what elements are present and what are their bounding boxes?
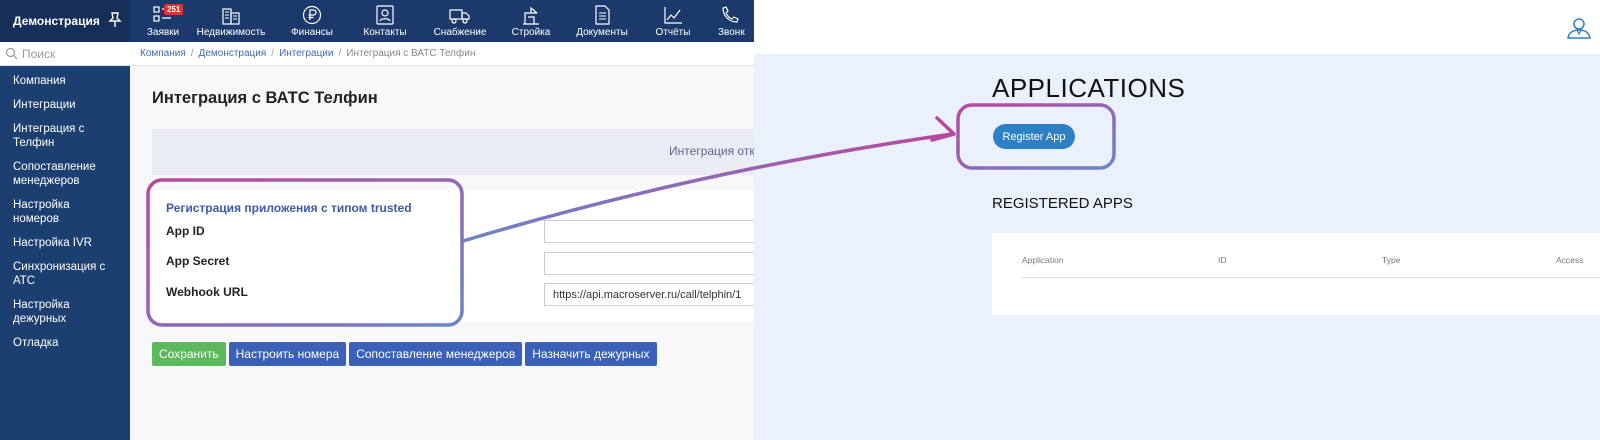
integration-status-notice: Интеграция откл <box>152 129 754 175</box>
nav-item-calls[interactable]: Звонк <box>704 0 754 42</box>
breadcrumb-separator: / <box>190 48 194 59</box>
save-button[interactable]: Сохранить <box>152 342 226 366</box>
page-title: Интеграция с ВАТС Телфин <box>152 89 378 107</box>
nav-item-construction[interactable]: Стройка <box>500 0 562 42</box>
crm-window: Демонстрация 251 Заявки Недвижимость Фин… <box>0 0 754 440</box>
document-icon <box>595 5 610 25</box>
nav-item-documents[interactable]: Документы <box>562 0 642 42</box>
nav-label: Недвижимость <box>196 27 266 38</box>
breadcrumb-link[interactable]: Компания <box>140 48 186 59</box>
sidebar-item-debug[interactable]: Отладка <box>0 336 130 350</box>
user-icon[interactable] <box>1566 17 1592 39</box>
sidebar-item-duty[interactable]: Настройка дежурных <box>0 298 90 326</box>
column-header-access: Access <box>1556 255 1584 265</box>
webhook-url-label: Webhook URL <box>166 285 248 299</box>
table-header-divider <box>1022 277 1600 278</box>
sidebar-item-company[interactable]: Компания <box>0 74 130 88</box>
configure-numbers-button[interactable]: Настроить номера <box>228 342 347 366</box>
breadcrumb-link[interactable]: Демонстрация <box>199 48 267 59</box>
sidebar-item-pbx-sync[interactable]: Синхронизация с АТС <box>0 260 120 288</box>
nav-label: Контакты <box>363 27 407 38</box>
search-icon <box>5 47 18 60</box>
app-secret-label: App Secret <box>166 254 230 268</box>
breadcrumb-current: Интеграция с ВАТС Телфин <box>346 48 476 59</box>
breadcrumb: Компания / Демонстрация / Интеграции / Интегра… <box>130 42 754 66</box>
applications-portal: APPLICATIONS Register App REGISTERED APP… <box>754 0 1600 440</box>
nav-label: Снабжение <box>433 27 487 38</box>
buildings-icon <box>222 8 240 25</box>
form-actions: Сохранить Настроить номера Сопоставление… <box>152 342 657 366</box>
sidebar-item-manager-mapping[interactable]: Сопоставление менеджеров <box>0 160 110 188</box>
breadcrumb-separator: / <box>338 48 342 59</box>
top-navbar: Демонстрация 251 Заявки Недвижимость Фин… <box>0 0 754 42</box>
column-header-type: Type <box>1382 255 1401 265</box>
crane-icon <box>523 6 539 25</box>
sidebar-item-telphin[interactable]: Интеграция с Телфин <box>0 122 100 150</box>
ruble-icon <box>302 5 322 25</box>
app-registration-form: Регистрация приложения с типом trusted A… <box>152 190 754 322</box>
app-id-field[interactable] <box>544 220 754 243</box>
nav-label: Стройка <box>511 27 551 38</box>
nav-item-finance[interactable]: Финансы <box>274 0 350 42</box>
app-secret-field[interactable] <box>544 252 754 275</box>
nav-label: Отчёты <box>655 27 691 38</box>
nav-label: Заявки <box>146 27 180 38</box>
sidebar-item-integrations[interactable]: Интеграции <box>0 98 130 112</box>
nav-label: Звонк <box>718 27 745 38</box>
nav-item-tasks[interactable]: 251 Заявки <box>138 0 188 42</box>
sidebar-item-numbers[interactable]: Настройка номеров <box>0 198 90 226</box>
webhook-url-field[interactable] <box>544 283 754 306</box>
company-name: Демонстрация <box>13 14 100 28</box>
nav-item-supply[interactable]: Снабжение <box>420 0 500 42</box>
registered-apps-title: REGISTERED APPS <box>992 195 1133 212</box>
truck-icon <box>449 9 470 24</box>
nav-label: Финансы <box>291 27 333 38</box>
sidebar-item-ivr[interactable]: Настройка IVR <box>0 236 130 250</box>
column-header-application: Application <box>1022 255 1064 265</box>
nav-label: Документы <box>576 27 628 38</box>
main-nav: 251 Заявки Недвижимость Финансы Контакты… <box>138 0 754 42</box>
nav-item-realty[interactable]: Недвижимость <box>188 0 274 42</box>
column-header-id: ID <box>1218 255 1227 265</box>
sidebar: Компания Интеграции Интеграция с Телфин … <box>0 66 130 440</box>
nav-item-contacts[interactable]: Контакты <box>350 0 420 42</box>
manager-mapping-button[interactable]: Сопоставление менеджеров <box>349 342 523 366</box>
tasks-count-badge: 251 <box>164 4 184 15</box>
pin-icon[interactable] <box>108 12 122 28</box>
nav-item-reports[interactable]: Отчёты <box>642 0 704 42</box>
breadcrumb-link[interactable]: Интеграции <box>279 48 333 59</box>
assign-duty-button[interactable]: Назначить дежурных <box>525 342 657 366</box>
chart-icon <box>664 7 682 24</box>
register-app-button[interactable]: Register App <box>993 124 1075 149</box>
app-id-label: App ID <box>166 224 205 238</box>
notice-text: Интеграция откл <box>669 144 754 158</box>
contacts-icon <box>376 5 394 25</box>
company-selector[interactable]: Демонстрация <box>0 0 130 42</box>
search-input[interactable]: Поиск <box>22 47 55 61</box>
breadcrumb-separator: / <box>271 48 275 59</box>
applications-title: APPLICATIONS <box>992 73 1186 103</box>
form-section-title: Регистрация приложения с типом trusted <box>166 201 412 215</box>
registered-apps-table: Application ID Type Access <box>992 233 1600 315</box>
portal-header <box>754 0 1600 54</box>
sidebar-search[interactable]: Поиск <box>0 42 130 66</box>
phone-icon <box>722 6 739 23</box>
